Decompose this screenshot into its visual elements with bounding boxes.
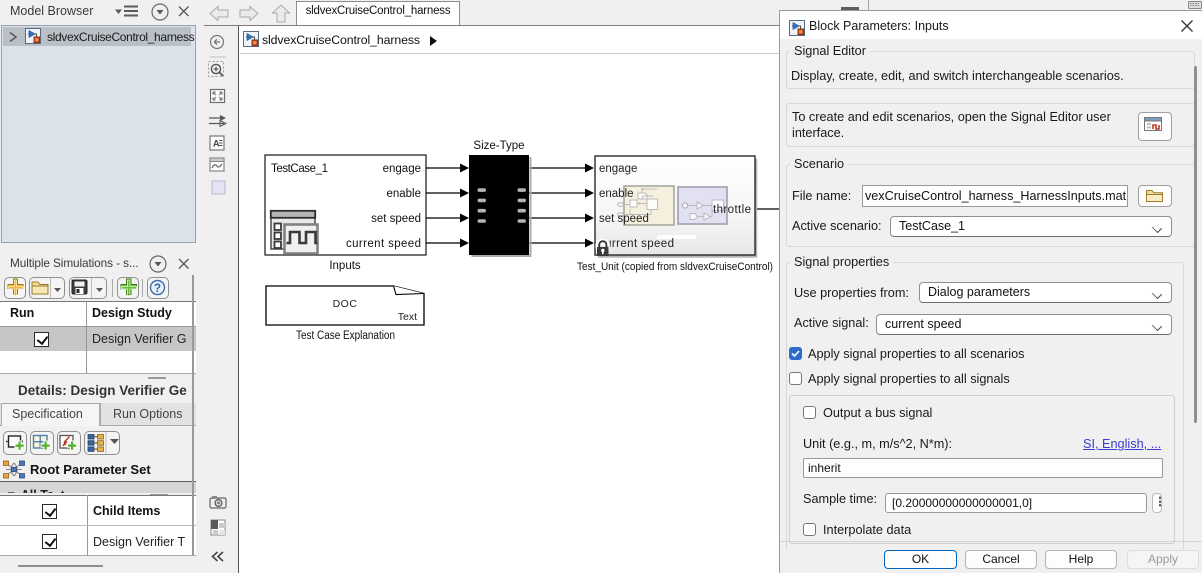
svg-text:enable: enable [386,188,421,200]
svg-text:Text: Text [398,311,417,323]
svg-text:set speed: set speed [599,213,649,225]
svg-text:enable: enable [599,188,634,200]
svg-text:throttle: throttle [713,204,751,216]
svg-text:?: ? [154,283,161,295]
svg-text:current speed: current speed [599,238,674,250]
svg-text:Inputs: Inputs [329,260,361,272]
svg-text:Test Case Explanation: Test Case Explanation [296,330,395,342]
svg-text:engage: engage [383,163,421,175]
svg-text:Test_Unit (copied from sldvexC: Test_Unit (copied from sldvexCruiseContr… [577,261,773,273]
svg-text:set speed: set speed [371,213,421,225]
svg-text:Size-Type: Size-Type [473,140,524,152]
svg-text:A: A [213,139,220,149]
svg-text:TestCase_1: TestCase_1 [271,163,328,175]
svg-text:DOC: DOC [333,298,358,310]
svg-text:current speed: current speed [346,238,421,250]
svg-text:engage: engage [599,163,637,175]
